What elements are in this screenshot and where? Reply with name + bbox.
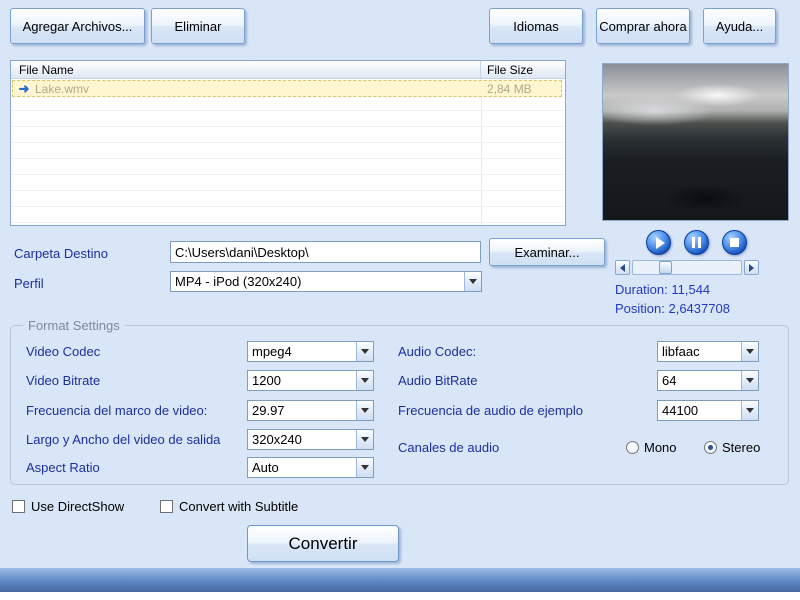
sample-rate-value: 44100 <box>662 403 699 418</box>
seek-thumb[interactable] <box>659 261 672 274</box>
profile-selected-value: MP4 - iPod (320x240) <box>175 274 302 289</box>
seek-left-button[interactable] <box>615 260 630 275</box>
aspect-ratio-label: Aspect Ratio <box>26 460 100 475</box>
aspect-ratio-value: Auto <box>252 460 279 475</box>
frame-rate-value: 29.97 <box>252 403 285 418</box>
use-directshow-label[interactable]: Use DirectShow <box>31 499 124 514</box>
file-list-header: File Name File Size <box>11 61 565 79</box>
languages-button[interactable]: Idiomas <box>489 8 583 44</box>
mono-radio-label[interactable]: Mono <box>644 440 677 455</box>
chevron-down-icon[interactable] <box>741 342 758 361</box>
help-button[interactable]: Ayuda... <box>703 8 776 44</box>
audio-bitrate-label: Audio BitRate <box>398 373 478 388</box>
play-button[interactable] <box>646 230 671 255</box>
sample-rate-label: Frecuencia de audio de ejemplo <box>398 403 584 418</box>
seek-track[interactable] <box>632 260 742 275</box>
file-name-cell: Lake.wmv <box>35 81 90 96</box>
frame-size-label: Largo y Ancho del video de salida <box>26 432 221 447</box>
audio-bitrate-value: 64 <box>662 373 677 388</box>
frame-rate-label: Frecuencia del marco de video: <box>26 403 208 418</box>
audio-channels-label: Canales de audio <box>398 440 500 455</box>
seek-right-button[interactable] <box>744 260 759 275</box>
audio-codec-select[interactable]: libfaac <box>657 341 759 362</box>
aspect-ratio-select[interactable]: Auto <box>247 457 374 478</box>
left-arrow-icon <box>620 263 625 272</box>
frame-size-value: 320x240 <box>252 432 302 447</box>
remove-button[interactable]: Eliminar <box>151 8 245 44</box>
chevron-down-icon[interactable] <box>356 371 373 390</box>
column-header-file-size[interactable]: File Size <box>481 61 565 78</box>
stop-icon <box>730 238 739 247</box>
column-separator <box>481 79 482 225</box>
buy-now-button[interactable]: Comprar ahora <box>596 8 690 44</box>
frame-rate-select[interactable]: 29.97 <box>247 400 374 421</box>
file-list-body: ➜ Lake.wmv 2,84 MB <box>11 79 565 225</box>
video-bitrate-label: Video Bitrate <box>26 373 101 388</box>
profile-label: Perfil <box>14 276 44 291</box>
bottom-white-strip <box>0 592 800 600</box>
pause-icon <box>692 237 701 248</box>
stereo-radio[interactable] <box>704 441 717 454</box>
add-files-button[interactable]: Agregar Archivos... <box>10 8 145 44</box>
chevron-down-icon[interactable] <box>741 371 758 390</box>
profile-select[interactable]: MP4 - iPod (320x240) <box>170 271 482 292</box>
duration-text: Duration: 11,544 <box>615 282 711 297</box>
chevron-down-icon[interactable] <box>356 430 373 449</box>
convert-subtitle-label[interactable]: Convert with Subtitle <box>179 499 298 514</box>
position-text: Position: 2,6437708 <box>615 301 730 316</box>
video-codec-select[interactable]: mpeg4 <box>247 341 374 362</box>
current-file-arrow-icon: ➜ <box>18 80 30 96</box>
mono-radio[interactable] <box>626 441 639 454</box>
table-row[interactable]: ➜ Lake.wmv 2,84 MB <box>12 80 562 97</box>
stop-button[interactable] <box>722 230 747 255</box>
video-preview-thumbnail <box>602 63 789 221</box>
pause-button[interactable] <box>684 230 709 255</box>
play-icon <box>655 236 665 249</box>
video-converter-window: Agregar Archivos... Eliminar Idiomas Com… <box>0 0 800 600</box>
chevron-down-icon[interactable] <box>356 342 373 361</box>
convert-subtitle-checkbox[interactable] <box>160 500 173 513</box>
video-codec-label: Video Codec <box>26 344 101 359</box>
sample-rate-select[interactable]: 44100 <box>657 400 759 421</box>
chevron-down-icon[interactable] <box>356 401 373 420</box>
chevron-down-icon[interactable] <box>741 401 758 420</box>
format-settings-title: Format Settings <box>23 318 125 333</box>
browse-button[interactable]: Examinar... <box>489 238 605 266</box>
use-directshow-checkbox[interactable] <box>12 500 25 513</box>
destination-folder-label: Carpeta Destino <box>14 246 108 261</box>
chevron-down-icon[interactable] <box>464 272 481 291</box>
bottom-gradient-bar <box>0 568 800 592</box>
audio-codec-label: Audio Codec: <box>398 344 477 359</box>
file-size-cell: 2,84 MB <box>487 81 532 96</box>
file-list: File Name File Size ➜ Lake.wmv 2,84 MB <box>10 60 566 226</box>
frame-size-select[interactable]: 320x240 <box>247 429 374 450</box>
column-header-file-name[interactable]: File Name <box>11 61 481 78</box>
video-codec-value: mpeg4 <box>252 344 292 359</box>
audio-codec-value: libfaac <box>662 344 700 359</box>
video-bitrate-value: 1200 <box>252 373 281 388</box>
video-bitrate-select[interactable]: 1200 <box>247 370 374 391</box>
destination-path-input[interactable] <box>170 241 481 263</box>
stereo-radio-label[interactable]: Stereo <box>722 440 760 455</box>
audio-bitrate-select[interactable]: 64 <box>657 370 759 391</box>
right-arrow-icon <box>749 263 754 272</box>
convert-button[interactable]: Convertir <box>247 525 399 562</box>
chevron-down-icon[interactable] <box>356 458 373 477</box>
